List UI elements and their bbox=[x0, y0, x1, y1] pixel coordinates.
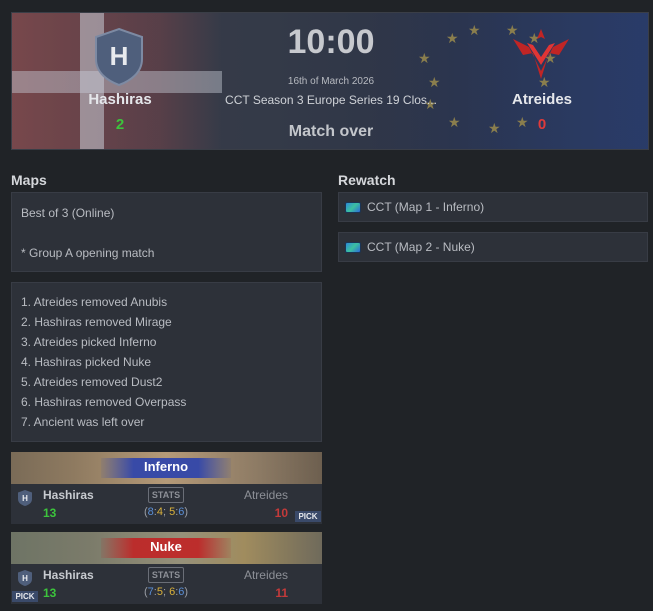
result-team-right[interactable]: Atreides bbox=[244, 488, 288, 502]
map-banner: Inferno bbox=[11, 452, 322, 484]
map-banner: Nuke bbox=[11, 532, 322, 564]
match-time: 10:00 bbox=[287, 23, 375, 61]
veto-box: 1. Atreides removed Anubis 2. Hashiras r… bbox=[11, 282, 322, 442]
event-link[interactable]: CCT Season 3 Europe Series 19 Clos... bbox=[212, 93, 450, 107]
team-left-name[interactable]: Hashiras bbox=[72, 91, 168, 108]
map-name: Nuke bbox=[150, 539, 182, 554]
veto-line: 3. Atreides picked Inferno bbox=[21, 335, 157, 349]
hashiras-mini-logo-icon: H bbox=[18, 490, 32, 506]
veto-line: 2. Hashiras removed Mirage bbox=[21, 315, 172, 329]
rewatch-heading: Rewatch bbox=[338, 172, 396, 188]
team-left-score: 2 bbox=[115, 116, 125, 133]
map-name: Inferno bbox=[143, 459, 189, 474]
maps-heading: Maps bbox=[11, 172, 47, 188]
match-status: Match over bbox=[288, 123, 374, 140]
result-team-left[interactable]: Hashiras bbox=[43, 488, 94, 502]
veto-line: 6. Hashiras removed Overpass bbox=[21, 395, 187, 409]
stats-button[interactable]: STATS bbox=[148, 487, 184, 503]
shield-letter: H bbox=[22, 494, 28, 503]
rewatch-label: CCT (Map 1 - Inferno) bbox=[367, 200, 485, 214]
stats-button[interactable]: STATS bbox=[148, 567, 184, 583]
match-header: ★ ★ ★ ★ ★ ★ ★ ★ ★ ★ ★ ★ H Hashiras 2 10:… bbox=[11, 12, 649, 150]
map-result-inferno: Inferno H Hashiras 13 STATS (8:4; 5:6) A… bbox=[11, 452, 322, 524]
veto-line: 7. Ancient was left over bbox=[21, 415, 145, 429]
stream-flag-icon bbox=[345, 242, 361, 253]
stream-flag-icon bbox=[345, 202, 361, 213]
veto-line: 1. Atreides removed Anubis bbox=[21, 295, 168, 309]
team-right-name[interactable]: Atreides bbox=[494, 91, 590, 108]
result-score-right: 10 bbox=[274, 506, 288, 520]
rewatch-link-map-2[interactable]: CCT (Map 2 - Nuke) bbox=[338, 232, 648, 262]
veto-line: 4. Hashiras picked Nuke bbox=[21, 355, 152, 369]
half-scores: (8:4; 5:6) bbox=[143, 506, 189, 518]
pick-badge: PICK bbox=[295, 511, 321, 522]
shield-letter: H bbox=[22, 574, 28, 583]
rewatch-label: CCT (Map 2 - Nuke) bbox=[367, 240, 475, 254]
match-date: 16th of March 2026 bbox=[287, 76, 375, 87]
shield-letter: H bbox=[110, 41, 129, 71]
result-score-right: 11 bbox=[275, 586, 288, 600]
map-result-nuke: Nuke H Hashiras 13 STATS (7:5; 6:6) Atre… bbox=[11, 532, 322, 604]
team-right-logo[interactable] bbox=[509, 25, 573, 85]
pick-badge: PICK bbox=[12, 591, 38, 602]
result-score-left: 13 bbox=[43, 506, 57, 520]
result-score-left: 13 bbox=[43, 586, 57, 600]
result-team-left[interactable]: Hashiras bbox=[43, 568, 94, 582]
match-note: * Group A opening match bbox=[21, 246, 155, 260]
team-right-score: 0 bbox=[537, 116, 547, 133]
match-format-box: Best of 3 (Online) * Group A opening mat… bbox=[11, 192, 322, 272]
veto-line: 5. Atreides removed Dust2 bbox=[21, 375, 163, 389]
result-team-right[interactable]: Atreides bbox=[244, 568, 288, 582]
half-scores: (7:5; 6:6) bbox=[143, 586, 189, 598]
match-format: Best of 3 (Online) bbox=[21, 206, 115, 220]
hashiras-mini-logo-icon: H bbox=[18, 570, 32, 586]
team-left-logo[interactable]: H bbox=[92, 27, 146, 87]
rewatch-link-map-1[interactable]: CCT (Map 1 - Inferno) bbox=[338, 192, 648, 222]
